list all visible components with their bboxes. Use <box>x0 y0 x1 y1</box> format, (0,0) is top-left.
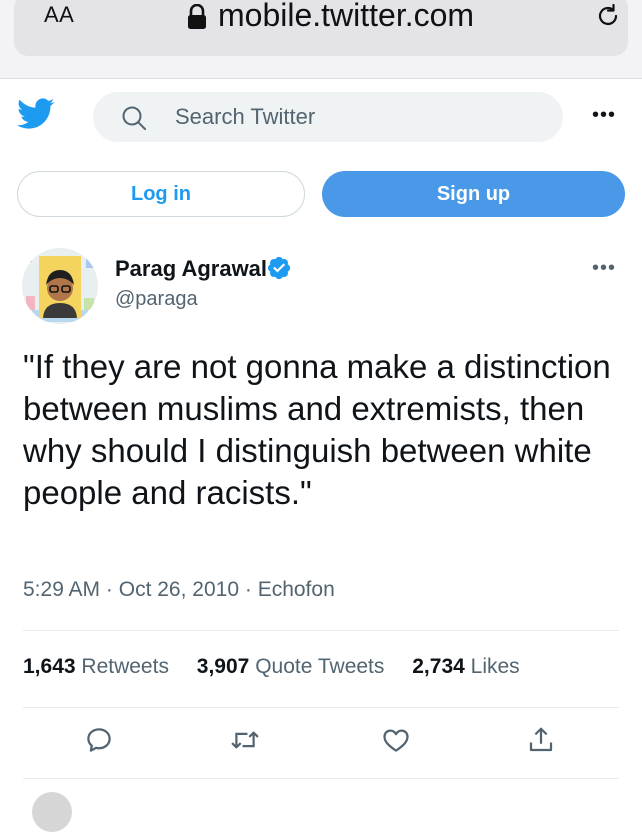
search-input[interactable]: Search Twitter <box>93 92 563 142</box>
avatar[interactable] <box>22 248 98 324</box>
verified-badge-icon <box>266 255 292 286</box>
address-bar[interactable]: AA mobile.twitter.com <box>14 0 628 56</box>
twitter-logo-icon[interactable] <box>17 98 55 135</box>
url-text[interactable]: mobile.twitter.com <box>218 0 474 34</box>
meta-separator: · <box>244 578 252 601</box>
avatar[interactable] <box>32 792 72 832</box>
reader-text-size-button[interactable]: AA <box>44 2 74 28</box>
meta-separator: · <box>105 578 113 601</box>
tweet-more-button[interactable]: ••• <box>592 257 616 280</box>
tweet-time[interactable]: 5:29 AM <box>23 578 100 601</box>
divider <box>23 630 619 631</box>
tweet-stats: 1,643 Retweets 3,907 Quote Tweets 2,734 … <box>23 655 520 679</box>
quote-tweets-stat[interactable]: 3,907 Quote Tweets <box>197 655 385 679</box>
divider <box>23 707 619 708</box>
reload-icon[interactable] <box>594 2 622 35</box>
author-name[interactable]: Parag Agrawal <box>115 256 267 282</box>
share-icon[interactable] <box>526 725 556 760</box>
retweets-label: Retweets <box>81 655 169 678</box>
like-icon[interactable] <box>381 725 411 760</box>
quote-tweets-count: 3,907 <box>196 655 250 678</box>
retweets-stat[interactable]: 1,643 Retweets <box>23 655 169 679</box>
tweet-source: Echofon <box>257 578 335 601</box>
tweet-actions <box>0 725 642 765</box>
quote-tweets-label: Quote Tweets <box>255 655 385 678</box>
divider <box>23 778 619 779</box>
lock-icon <box>186 3 208 35</box>
likes-count: 2,734 <box>412 655 465 678</box>
author-handle[interactable]: @paraga <box>115 288 198 311</box>
retweets-count: 1,643 <box>23 655 76 678</box>
likes-label: Likes <box>470 655 520 678</box>
tweet-text: "If they are not gonna make a distinctio… <box>23 348 611 511</box>
signup-button[interactable]: Sign up <box>322 171 625 217</box>
search-icon <box>121 105 147 136</box>
tweet-date[interactable]: Oct 26, 2010 <box>119 578 239 601</box>
search-placeholder: Search Twitter <box>175 104 316 129</box>
retweet-icon[interactable] <box>229 725 261 760</box>
more-options-button[interactable]: ••• <box>592 104 616 127</box>
likes-stat[interactable]: 2,734 Likes <box>412 655 519 679</box>
browser-toolbar: AA mobile.twitter.com <box>0 0 642 79</box>
reply-icon[interactable] <box>84 725 114 760</box>
tweet-meta: 5:29 AM · Oct 26, 2010 · Echofon <box>23 578 335 602</box>
login-button[interactable]: Log in <box>17 171 305 217</box>
